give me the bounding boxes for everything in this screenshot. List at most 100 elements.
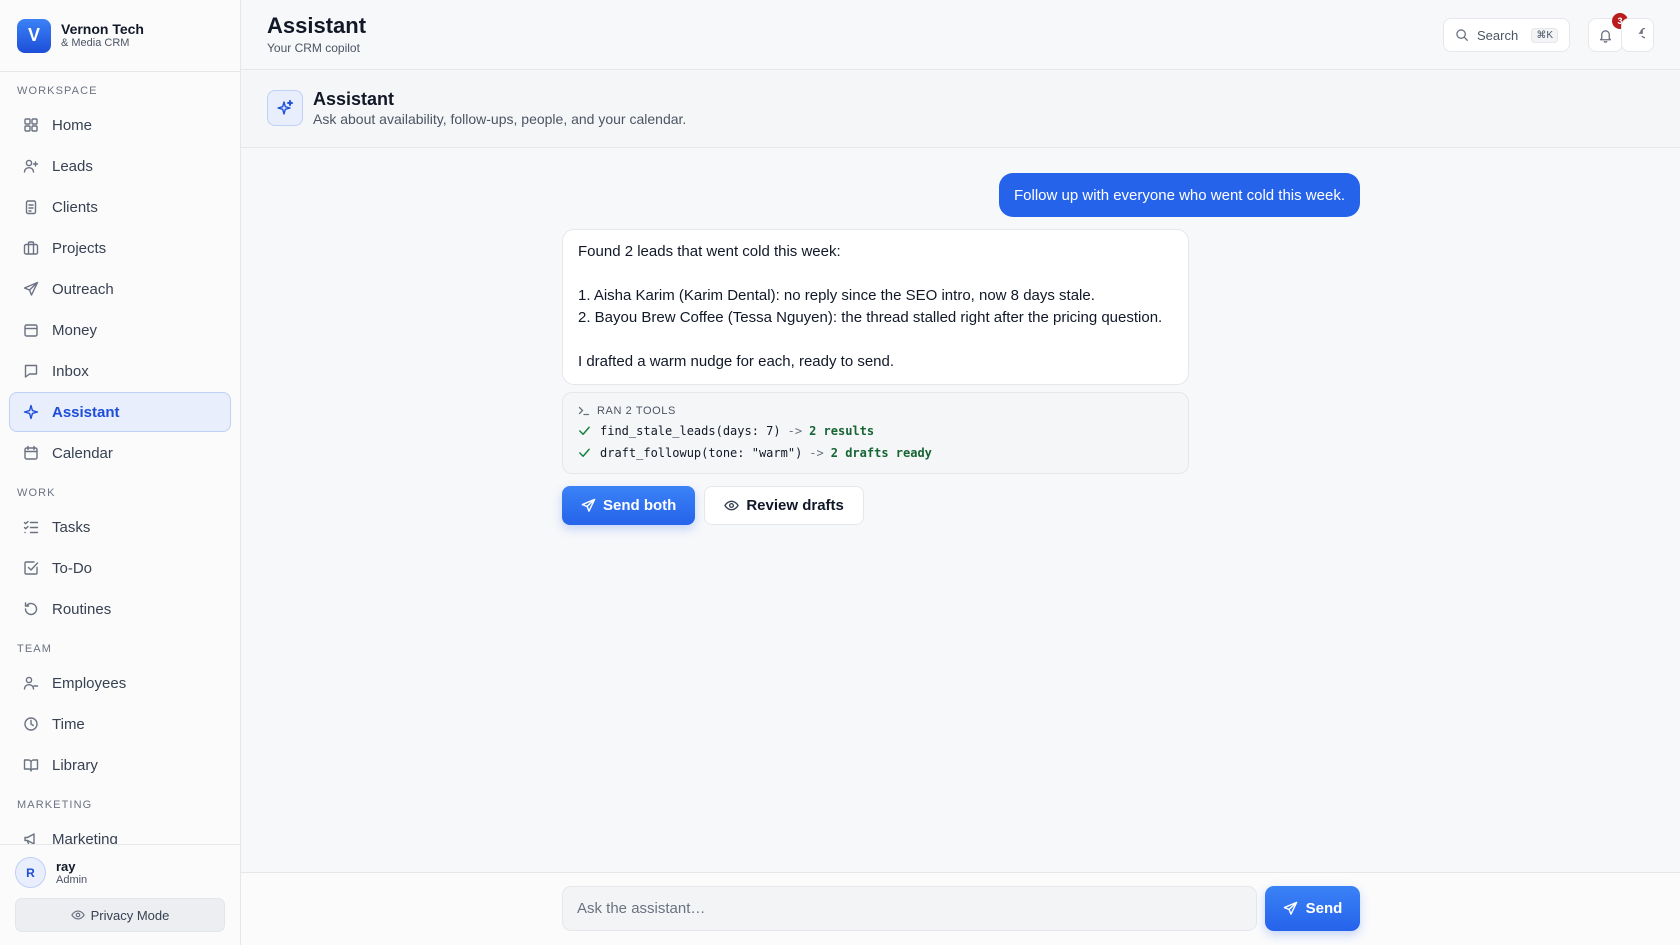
brand[interactable]: V Vernon Tech & Media CRM [0,0,240,72]
sidebar-item-clients[interactable]: Clients [9,187,231,227]
eye-icon [70,908,85,922]
sidebar-item-label: Tasks [52,518,91,536]
sidebar-item-library[interactable]: Library [9,745,231,785]
sidebar-item-calendar[interactable]: Calendar [9,433,231,473]
grid-icon [23,117,39,133]
avatar: R [15,857,46,888]
sidebar-item-label: Routines [52,600,112,618]
send-button[interactable]: Send [1265,886,1360,931]
sidebar-item-time[interactable]: Time [9,704,231,744]
list-checks-icon [23,519,39,535]
sidebar-item-projects[interactable]: Projects [9,228,231,268]
send-icon [581,498,596,513]
page-title: Assistant [267,13,367,38]
notifications-button[interactable]: 3 [1588,13,1628,52]
send-both-label: Send both [603,497,677,514]
sidebar-item-employees[interactable]: Employees [9,663,231,703]
redo-icon [1630,27,1645,43]
assistant-line: 1. Aisha Karim (Karim Dental): no reply … [578,287,1095,304]
top-header: Assistant Your CRM copilot Search ⌘K 3 [241,0,1680,70]
search-icon [1455,28,1469,42]
assistant-line: 2. Bayou Brew Coffee (Tessa Nguyen): the… [578,309,1163,326]
search-label: Search [1477,27,1519,43]
sidebar-item-label: Outreach [52,280,114,298]
sparkle-icon [23,404,39,420]
refresh-button[interactable] [1621,18,1654,52]
assistant-input[interactable] [562,886,1257,931]
privacy-mode-label: Privacy Mode [90,907,170,923]
tool-call-result: 2 drafts ready [830,445,932,460]
user-name: ray [56,858,76,874]
sidebar-nav: WORKSPACE Home Leads Clients Projects Ou… [0,72,240,845]
clock-icon [23,716,39,732]
tool-call-name: draft_followup(tone: "warm") [600,445,803,460]
user-profile[interactable]: R ray Admin [0,845,240,888]
search-shortcut: ⌘K [1531,27,1558,43]
tool-call-row: find_stale_leads(days: 7) -> 2 results [578,420,1173,441]
assistant-subheader: Assistant Ask about availability, follow… [241,71,1680,148]
sidebar: V Vernon Tech & Media CRM WORKSPACE Home… [0,0,241,945]
sidebar-footer: R ray Admin Privacy Mode [0,844,240,945]
sidebar-item-home[interactable]: Home [9,105,231,145]
brand-text: Vernon Tech & Media CRM [61,21,144,50]
nav-section-workspace: WORKSPACE [17,85,98,97]
sidebar-item-routines[interactable]: Routines [9,589,231,629]
user-role: Admin [56,873,88,886]
sidebar-item-outreach[interactable]: Outreach [9,269,231,309]
eye-icon [724,498,740,513]
review-drafts-button[interactable]: Review drafts [704,486,864,525]
sidebar-item-label: Time [52,715,85,733]
check-square-icon [23,560,39,576]
send-icon [1283,901,1298,916]
review-drafts-label: Review drafts [746,497,844,514]
book-open-icon [23,757,39,773]
users-icon [23,675,39,691]
message-actions: Send both Review drafts [562,486,864,525]
tool-call-result: 2 results [809,423,875,438]
sidebar-item-label: Home [52,116,93,134]
brand-subtitle: & Media CRM [61,37,130,49]
tool-call-arrow: -> [787,423,803,438]
sidebar-item-todo[interactable]: To-Do [9,548,231,588]
sidebar-item-marketing[interactable]: Marketing [9,819,231,845]
assistant-message: Found 2 leads that went cold this week: … [562,229,1189,385]
megaphone-icon [23,831,39,845]
sidebar-item-label: Money [52,321,98,339]
sidebar-item-inbox[interactable]: Inbox [9,351,231,391]
rotate-ccw-icon [23,601,39,617]
wallet-icon [23,322,39,338]
brand-name: Vernon Tech [61,21,144,37]
sidebar-item-label: Calendar [52,444,113,462]
assistant-title: Assistant [313,89,395,109]
brand-logo: V [17,18,51,53]
sidebar-item-tasks[interactable]: Tasks [9,507,231,547]
sidebar-item-label: Library [52,756,98,774]
sidebar-item-money[interactable]: Money [9,310,231,350]
search-button[interactable]: Search ⌘K [1443,18,1570,52]
privacy-mode-button[interactable]: Privacy Mode [15,898,225,932]
nav-section-marketing: MARKETING [17,799,93,811]
nav-section-team: TEAM [17,643,52,655]
assistant-line: Found 2 leads that went cold this week: [578,243,841,260]
check-icon [578,424,591,437]
send-icon [23,281,39,297]
sidebar-item-leads[interactable]: Leads [9,146,231,186]
sidebar-item-label: Assistant [52,403,120,421]
check-icon [578,446,591,459]
sidebar-item-label: Inbox [52,362,89,380]
sidebar-item-assistant[interactable]: Assistant [9,392,231,432]
sidebar-item-label: Projects [52,239,107,257]
sparkles-icon [276,99,294,117]
bell-icon [1598,28,1613,43]
tool-calls-title: RAN 2 TOOLS [597,404,676,417]
clipboard-icon [23,199,39,215]
assistant-description: Ask about availability, follow-ups, peop… [313,111,687,127]
send-both-button[interactable]: Send both [562,486,696,525]
sidebar-item-label: Marketing [52,830,118,846]
assistant-badge [267,90,303,126]
sidebar-item-label: Clients [52,198,98,216]
tool-calls-panel: RAN 2 TOOLS find_stale_leads(days: 7) ->… [562,392,1189,474]
briefcase-icon [23,240,39,256]
user-plus-icon [23,158,39,174]
chat-thread: Follow up with everyone who went cold th… [241,149,1680,872]
